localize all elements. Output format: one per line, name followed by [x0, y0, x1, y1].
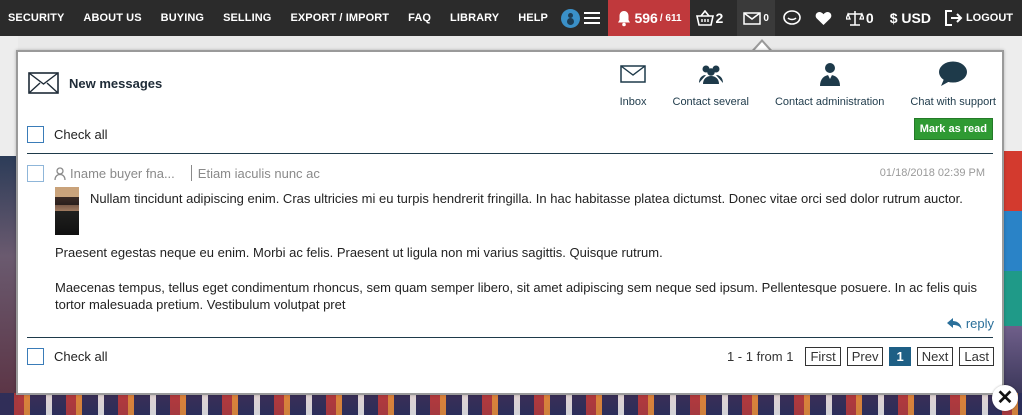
sender-subject-separator: [190, 165, 192, 181]
reply-label: reply: [965, 316, 994, 331]
basket-button[interactable]: 2: [695, 0, 724, 36]
nav-security[interactable]: SECURITY: [8, 12, 64, 24]
contact-administration-label: Contact administration: [774, 96, 885, 108]
pagination-info: 1 - 1 from 1: [726, 349, 794, 364]
prev-page-button[interactable]: Prev: [846, 347, 884, 366]
last-page-button[interactable]: Last: [959, 347, 994, 366]
group-icon: [698, 65, 723, 84]
close-icon: ✕: [996, 387, 1014, 409]
logout-label: LOGOUT: [965, 12, 1013, 24]
chat-with-support-link[interactable]: Chat with support: [910, 60, 996, 108]
basket-icon: [695, 10, 714, 26]
first-page-button[interactable]: First: [805, 347, 841, 366]
message-checkbox[interactable]: [27, 164, 44, 182]
popover-header: New messages Inbox Contact several Conta…: [18, 52, 1002, 120]
check-all-checkbox[interactable]: [27, 126, 44, 143]
bell-icon: [618, 10, 631, 26]
scales-icon: [845, 11, 864, 26]
popover-actions: Inbox Contact several Contact administra…: [594, 60, 996, 108]
message-paragraph-3: Maecenas tempus, tellus eget condimentum…: [55, 280, 978, 312]
close-popover-button[interactable]: ✕: [992, 385, 1018, 411]
contact-administration-link[interactable]: Contact administration: [775, 60, 884, 108]
contact-several-link[interactable]: Contact several: [673, 60, 749, 108]
main-nav: SECURITY ABOUT US BUYING SELLING EXPORT …: [0, 12, 567, 24]
sender-avatar: [55, 187, 79, 235]
message-paragraph-2: Praesent egestas neque eu enim. Morbi ac…: [55, 245, 663, 260]
popover-title-text: New messages: [69, 75, 163, 91]
chat-button[interactable]: [783, 0, 801, 36]
heart-icon: [815, 11, 832, 25]
notifications-button[interactable]: 596 / 611: [608, 0, 690, 36]
reply-link[interactable]: reply: [946, 316, 994, 331]
inbox-link[interactable]: Inbox: [620, 60, 647, 108]
nav-library[interactable]: LIBRARY: [450, 12, 499, 24]
pagination: 1 - 1 from 1 First Prev 1 Next Last: [727, 347, 994, 366]
user-icon: [54, 166, 66, 180]
favorites-button[interactable]: [815, 0, 832, 36]
next-page-button[interactable]: Next: [916, 347, 954, 366]
message-header: Iname buyer fna... Etiam iaculis nunc ac…: [27, 164, 993, 182]
inbox-label: Inbox: [619, 96, 647, 108]
mark-as-read-button[interactable]: Mark as read: [913, 118, 993, 140]
nav-buying[interactable]: BUYING: [161, 12, 204, 24]
nav-selling[interactable]: SELLING: [223, 12, 271, 24]
basket-count: 2: [715, 10, 724, 26]
account-menu[interactable]: [561, 0, 608, 36]
admin-icon: [819, 63, 840, 86]
currency-label: $ USD: [889, 10, 931, 26]
nav-about-us[interactable]: ABOUT US: [83, 12, 141, 24]
message-date: 01/18/2018 02:39 PM: [879, 167, 985, 179]
top-navigation-bar: SECURITY ABOUT US BUYING SELLING EXPORT …: [0, 0, 1022, 36]
messages-count: 0: [763, 12, 769, 24]
check-all-label[interactable]: Check all: [54, 127, 107, 142]
footer-divider: [27, 337, 993, 338]
contact-several-label: Contact several: [672, 96, 749, 108]
notifications-count: 596: [634, 10, 658, 26]
current-page-button[interactable]: 1: [889, 347, 911, 366]
message-subject[interactable]: Etiam iaculis nunc ac: [198, 166, 320, 181]
messages-button[interactable]: 0: [737, 0, 775, 36]
background-bottom-strip: [0, 393, 1022, 415]
reply-icon: [946, 318, 962, 329]
envelope-icon: [743, 11, 762, 25]
menu-icon: [584, 9, 601, 27]
currency-selector[interactable]: $ USD: [888, 0, 931, 36]
envelope-icon: [620, 65, 646, 83]
nav-help[interactable]: HELP: [518, 12, 548, 24]
check-all-checkbox-bottom[interactable]: [27, 348, 44, 365]
nav-faq[interactable]: FAQ: [408, 12, 431, 24]
notifications-total: / 611: [659, 12, 682, 24]
new-messages-popover: New messages Inbox Contact several Conta…: [16, 50, 1004, 395]
compare-button[interactable]: 0: [845, 0, 874, 36]
popover-pointer: [752, 39, 772, 51]
envelope-icon: [28, 72, 59, 94]
chat-bubble-icon: [939, 61, 968, 86]
nav-export-import[interactable]: EXPORT / IMPORT: [290, 12, 389, 24]
user-toolbar: 596 / 611 2 0 0 $ USD LOGOUT: [561, 0, 1022, 36]
check-all-label-bottom[interactable]: Check all: [54, 349, 107, 364]
popover-title: New messages: [28, 72, 162, 94]
chat-with-support-label: Chat with support: [910, 96, 996, 108]
user-avatar-icon: [561, 8, 581, 28]
check-all-row-top: Check all Mark as read: [27, 118, 993, 143]
message-paragraph-1: Nullam tincidunt adipiscing enim. Cras u…: [90, 191, 963, 206]
logout-icon: [944, 10, 963, 26]
header-divider: [27, 153, 993, 154]
message-sender[interactable]: Iname buyer fna...: [70, 166, 175, 181]
compare-count: 0: [865, 10, 874, 26]
chat-icon: [783, 10, 801, 25]
logout-button[interactable]: LOGOUT: [944, 0, 1013, 36]
